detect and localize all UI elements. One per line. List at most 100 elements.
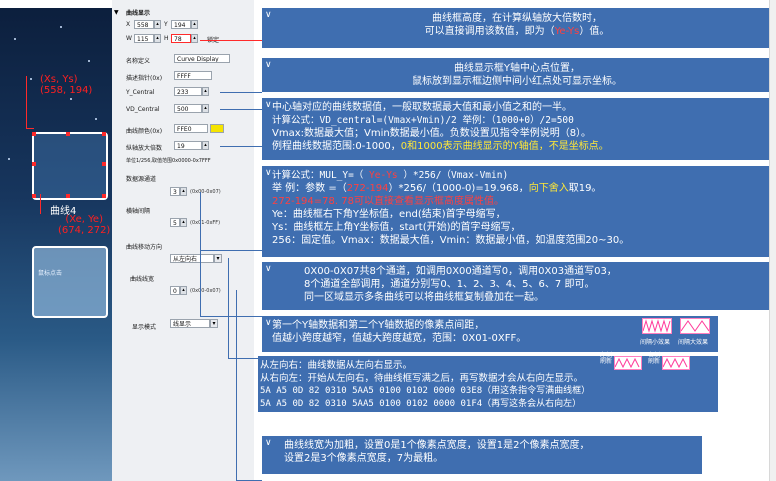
- multiplier-formula: 计算公式：MUL_Y=（ Ye-Ys ）*256/（Vmax-Vmin): [272, 169, 772, 182]
- curve-display-frame[interactable]: [32, 132, 108, 200]
- resize-handle[interactable]: [102, 162, 106, 166]
- scrollbar[interactable]: [769, 0, 776, 481]
- connector-line: [228, 258, 229, 358]
- example-round-highlight: 向下舍入: [528, 183, 569, 194]
- w-stepper[interactable]: ▴: [154, 34, 161, 43]
- vdcentral-input[interactable]: 500: [174, 104, 202, 113]
- resize-handle[interactable]: [66, 132, 70, 136]
- curve-color-input[interactable]: FFE0: [174, 124, 208, 133]
- x-stepper[interactable]: ▴: [154, 20, 161, 29]
- channel-input[interactable]: 3: [170, 187, 180, 196]
- connector-line: [200, 250, 262, 251]
- chevron-down-icon[interactable]: ▾: [210, 319, 218, 328]
- collapse-arrow-icon[interactable]: ▼: [114, 9, 119, 16]
- height-note-line2: 可以直接调用该数值，即为（Ye-Ys）值。: [262, 25, 772, 38]
- y-stepper[interactable]: ▴: [191, 20, 198, 29]
- channel-stepper[interactable]: ▴: [180, 187, 187, 196]
- star-dot: [14, 38, 16, 40]
- name-input[interactable]: Curve Display: [174, 54, 230, 63]
- ycentral-stepper[interactable]: ▴: [202, 87, 209, 96]
- coord-pointer-line: [40, 194, 41, 214]
- formula-part: 计算公式：MUL_Y=（: [272, 170, 364, 181]
- connector-line: [200, 222, 201, 316]
- connector-line: [228, 358, 262, 359]
- w-input[interactable]: 115: [134, 34, 154, 43]
- vdcentral-formula: 计算公式：VD_central=(Vmax+Vmin)/2 举例：（1000+0…: [272, 115, 574, 126]
- resize-handle[interactable]: [66, 194, 70, 198]
- narrow-wave-label: 间隔小效果: [640, 339, 671, 346]
- y-multiplier-label: 纵轴放大倍数: [126, 145, 163, 152]
- curve-display-frame-2[interactable]: [32, 246, 108, 318]
- spacing-note-box: ∨ 第一个Y轴数据和第二个Y轴数据的像素点间距， 值越小跨度越窄，值越大跨度越宽…: [262, 316, 718, 352]
- resize-handle[interactable]: [32, 162, 36, 166]
- ycentral-label: Y_Central: [126, 89, 155, 96]
- narrow-wave-preview: [642, 318, 672, 334]
- section-title: 曲线显示: [126, 10, 151, 17]
- display-mode-select[interactable]: 线显示: [170, 319, 210, 328]
- line-width-stepper[interactable]: ▴: [180, 286, 187, 295]
- ycentral-note-line2: 鼠标放到显示框边侧中间小红点处可显示坐标。: [412, 76, 622, 87]
- channel-note-line3: 同一区域显示多条曲线可以将曲线框复制叠加在一起。: [304, 292, 544, 303]
- channel-label: 数据源通道: [126, 176, 157, 183]
- connector-line: [220, 146, 262, 147]
- star-dot: [95, 118, 97, 120]
- ycentral-note-box: ∨ 曲线显示框Y轴中心点位置， 鼠标放到显示框边侧中间小红点处可显示坐标。: [262, 58, 772, 92]
- formula-highlight: Ye-Ys: [363, 170, 404, 181]
- height-note-line1: 曲线框高度，在计算纵轴放大倍数时，: [432, 13, 602, 24]
- example-highlight: 272-194: [346, 183, 389, 194]
- end-coordinate-value: (674, 272): [58, 225, 111, 236]
- resize-handle[interactable]: [102, 194, 106, 198]
- right-refresh-label: 右侧刷新: [648, 352, 661, 365]
- star-dot: [60, 26, 62, 28]
- vdcentral-stepper[interactable]: ▴: [202, 104, 209, 113]
- dis-stepper[interactable]: ▴: [180, 218, 187, 227]
- vdcentral-note-line4: 例程曲线数据范围:0-1000，0和1000表示曲线显示的Y轴值，不是坐标点。: [272, 140, 772, 153]
- ycentral-input[interactable]: 233: [174, 87, 202, 96]
- y-multiplier-stepper[interactable]: ▴: [202, 141, 209, 150]
- right-refresh-preview: [662, 356, 690, 370]
- curve-color-label: 曲线颜色(0x): [126, 128, 163, 135]
- line-width-input[interactable]: 0: [170, 286, 180, 295]
- color-swatch[interactable]: [210, 124, 224, 133]
- w-label: W: [126, 35, 132, 42]
- dis-label: 横轴间隔: [126, 208, 151, 215]
- caret-icon: ∨: [265, 264, 272, 274]
- y-multiplier-input[interactable]: 19: [174, 141, 202, 150]
- direction-note-box: 从左向右：曲线数据从左向右显示。 从右向左：开始从左向右，待曲线框写满之后，再写…: [258, 352, 718, 412]
- display-mode-label: 显示模式: [132, 324, 157, 331]
- left-refresh-label: 左侧刷新: [600, 352, 613, 365]
- x-input[interactable]: 558: [134, 20, 154, 29]
- resize-handle[interactable]: [102, 132, 106, 136]
- multiplier-ys-note: Ys：曲线框左上角Y坐标值，start(开始)的首字母缩写，: [272, 222, 521, 233]
- chevron-down-icon[interactable]: ▾: [214, 254, 222, 263]
- h-stepper[interactable]: ▴: [191, 34, 198, 43]
- direction-label: 曲线移动方向: [126, 244, 163, 251]
- resize-handle[interactable]: [32, 132, 36, 136]
- dis-input[interactable]: 5: [170, 218, 180, 227]
- description-pointer-input[interactable]: FFFF: [174, 71, 212, 80]
- line-width-label: 曲线线宽: [130, 276, 155, 283]
- example-tail: 取19。: [568, 183, 602, 194]
- h-input[interactable]: 78: [171, 34, 191, 43]
- annotation-line: [26, 76, 27, 128]
- line-width-range: (0x00-0x07): [190, 288, 221, 294]
- end-coordinate-name: (Xe, Ye): [65, 214, 103, 225]
- resize-handle[interactable]: [32, 194, 36, 198]
- caret-icon: ∨: [265, 100, 272, 110]
- connector-line: [200, 316, 262, 317]
- direction-select[interactable]: 从左向右: [170, 254, 214, 263]
- height-note-text: 可以直接调用该数值，即为（: [424, 26, 555, 37]
- vdcentral-example-highlight: 0和1000表示曲线显示的Y轴值，不是坐标点。: [400, 141, 609, 152]
- caret-icon: ∨: [265, 438, 272, 448]
- line-width-note-box: ∨ 曲线线宽为加粗，设置0是1个像素点宽度，设置1是2个像素点宽度， 设置2是3…: [262, 436, 702, 474]
- multiplier-example: 举 例：参数 =（272-194）*256/（1000-0)=19.968，向下…: [272, 182, 772, 195]
- channel-note-line1: 0X00-0X07共8个通道，如调用0X00通道写0，调用0X03通道写03，: [304, 266, 617, 277]
- vdcentral-note-line1: 中心轴对应的曲线数据值，一般取数据最大值和最小值之和的一半。: [272, 102, 572, 113]
- connector-line: [236, 290, 237, 480]
- direction-command-reverse: 5A A5 0D 82 0310 5AA5 0100 0102 0000 01F…: [260, 399, 582, 409]
- start-coordinate-label: (Xs, Ys) (558, 194): [40, 74, 92, 96]
- design-canvas: (Xs, Ys) (558, 194) 曲线4 (Xe, Ye) (674, 2…: [0, 8, 112, 481]
- channel-range: (0x00-0x07): [190, 189, 221, 195]
- y-input[interactable]: 194: [171, 20, 191, 29]
- x-label: X: [126, 21, 131, 28]
